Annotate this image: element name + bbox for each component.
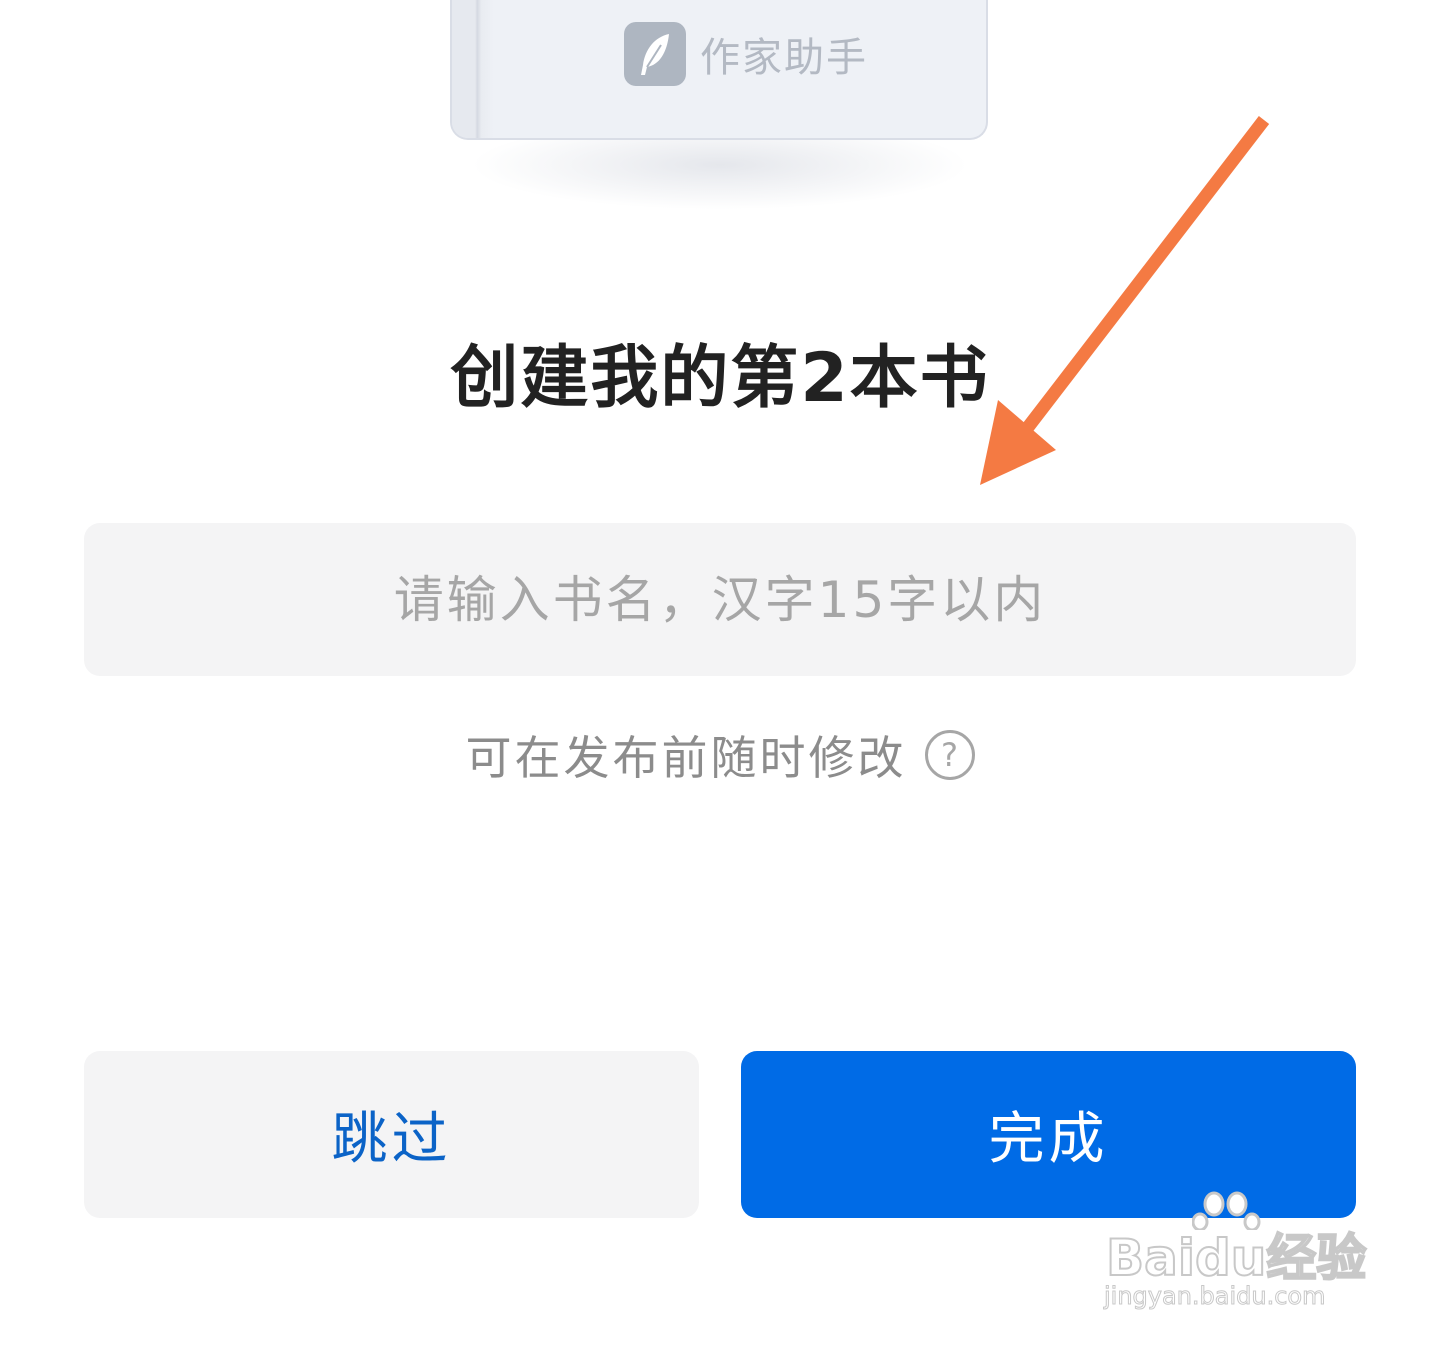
edit-hint-text: 可在发布前随时修改	[465, 731, 907, 785]
annotation-arrow-icon	[980, 116, 1270, 485]
watermark-sub-text: jingyan.baidu.com	[1103, 1282, 1326, 1311]
done-button[interactable]: 完成	[741, 1051, 1356, 1218]
watermark-main-text: Baidu经验	[1105, 1228, 1367, 1288]
edit-hint: 可在发布前随时修改 ?	[0, 722, 1440, 788]
book-spine	[452, 0, 494, 138]
book-logo: 作家助手	[624, 22, 868, 86]
help-icon[interactable]: ?	[924, 730, 975, 780]
feather-pen-icon	[624, 22, 686, 86]
book-cover[interactable]: 作家助手	[450, 0, 988, 140]
skip-button[interactable]: 跳过	[84, 1051, 699, 1218]
book-name-input[interactable]	[84, 523, 1356, 676]
book-logo-text: 作家助手	[700, 35, 868, 81]
